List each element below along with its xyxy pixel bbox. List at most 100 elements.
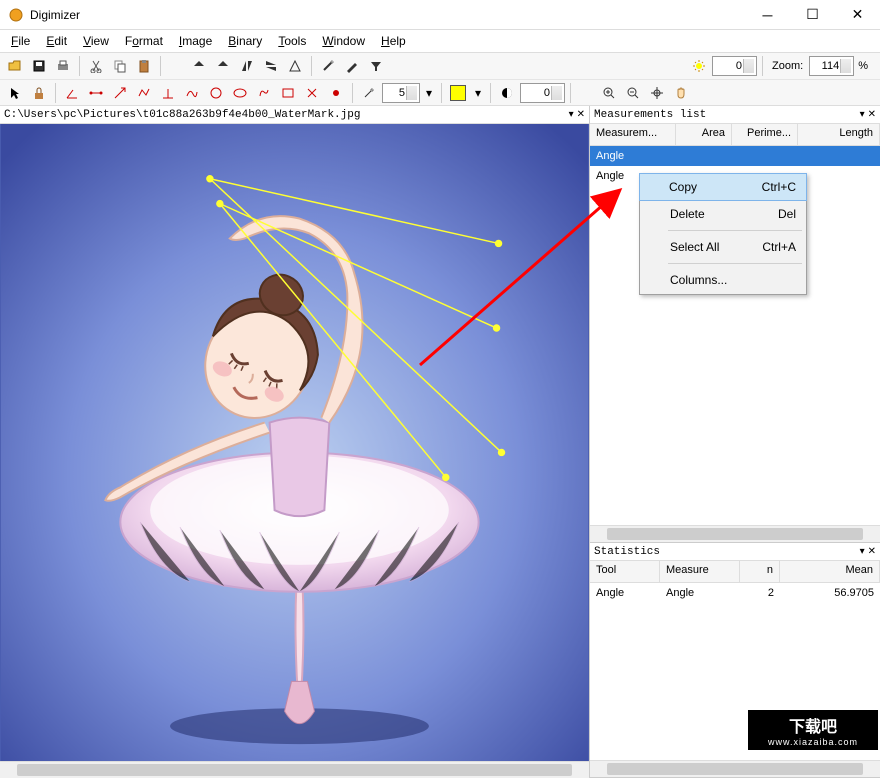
panel-menu-icon[interactable]: ▾ xyxy=(569,109,574,121)
brightness-icon[interactable] xyxy=(688,55,710,77)
col-measure[interactable]: Measure xyxy=(660,561,740,582)
close-button[interactable]: ✕ xyxy=(835,0,880,29)
paste-icon[interactable] xyxy=(133,55,155,77)
toolbars: 0 Zoom: 114 % 5 ▾ ▾ 0 xyxy=(0,52,880,106)
measurements-columns: Measurem... Area Perime... Length xyxy=(590,124,880,146)
pointer-icon[interactable] xyxy=(4,82,26,104)
ctx-delete[interactable]: Delete Del xyxy=(640,200,806,228)
zoom-out-icon[interactable] xyxy=(622,82,644,104)
contrast-input[interactable]: 0 xyxy=(520,83,565,103)
zoom-input[interactable]: 114 xyxy=(809,56,854,76)
col-mean[interactable]: Mean xyxy=(780,561,880,582)
copy-icon[interactable] xyxy=(109,55,131,77)
menu-tools[interactable]: Tools xyxy=(271,32,313,50)
perp-tool-icon[interactable] xyxy=(157,82,179,104)
cut-icon[interactable] xyxy=(85,55,107,77)
menu-window[interactable]: Window xyxy=(315,32,372,50)
wand-icon[interactable] xyxy=(317,55,339,77)
ctx-separator xyxy=(668,230,802,231)
statistics-title: Statistics xyxy=(594,546,857,558)
panel-close-icon[interactable]: ✕ xyxy=(868,546,876,558)
menu-edit[interactable]: Edit xyxy=(39,32,74,50)
panel-menu-icon[interactable]: ▾ xyxy=(860,109,865,121)
titlebar: Digimizer ─ ☐ ✕ xyxy=(0,0,880,30)
measurements-panel: Measurements list ▾ ✕ Measurem... Area P… xyxy=(590,106,880,543)
maximize-button[interactable]: ☐ xyxy=(790,0,835,29)
point-tool-icon[interactable] xyxy=(325,82,347,104)
minimize-button[interactable]: ─ xyxy=(745,0,790,29)
measurements-hscrollbar[interactable] xyxy=(590,525,880,542)
angle-tool-icon[interactable] xyxy=(61,82,83,104)
col-measurement[interactable]: Measurem... xyxy=(590,124,676,145)
rotate-right-icon[interactable] xyxy=(212,55,234,77)
rotate-icon[interactable] xyxy=(284,55,306,77)
image-panel: C:\Users\pc\Pictures\t01c88a263b9f4e4b00… xyxy=(0,106,590,778)
ctx-copy[interactable]: Copy Ctrl+C xyxy=(639,173,807,201)
lock-icon[interactable] xyxy=(28,82,50,104)
menu-image[interactable]: Image xyxy=(172,32,219,50)
cross-tool-icon[interactable] xyxy=(301,82,323,104)
zoom-label: Zoom: xyxy=(768,60,807,72)
polyline-tool-icon[interactable] xyxy=(133,82,155,104)
magic-wand-icon[interactable] xyxy=(358,82,380,104)
save-icon[interactable] xyxy=(28,55,50,77)
panel-close-icon[interactable]: ✕ xyxy=(868,109,876,121)
toolbar-row-1: 0 Zoom: 114 % xyxy=(0,53,880,79)
rect-tool-icon[interactable] xyxy=(277,82,299,104)
table-row[interactable]: Angle xyxy=(590,146,880,166)
flip-h-icon[interactable] xyxy=(236,55,258,77)
dropdown-icon[interactable]: ▾ xyxy=(471,82,485,104)
statistics-columns: Tool Measure n Mean xyxy=(590,561,880,583)
pen-icon[interactable] xyxy=(341,55,363,77)
panel-close-icon[interactable]: ✕ xyxy=(577,109,585,121)
app-icon xyxy=(8,7,24,23)
ctx-select-all[interactable]: Select All Ctrl+A xyxy=(640,233,806,261)
panel-menu-icon[interactable]: ▾ xyxy=(860,546,865,558)
line-width-input[interactable]: 5 xyxy=(382,83,420,103)
menu-binary[interactable]: Binary xyxy=(221,32,269,50)
col-area[interactable]: Area xyxy=(676,124,732,145)
freehand-tool-icon[interactable] xyxy=(253,82,275,104)
arrow-tool-icon[interactable] xyxy=(109,82,131,104)
col-perimeter[interactable]: Perime... xyxy=(732,124,798,145)
circle-tool-icon[interactable] xyxy=(205,82,227,104)
table-row[interactable]: Angle Angle 2 56.9705 xyxy=(590,583,880,603)
watermark: 下载吧 www.xiazaiba.com xyxy=(748,710,878,750)
dropdown-icon[interactable]: ▾ xyxy=(422,82,436,104)
crosshair-icon[interactable] xyxy=(646,82,668,104)
print-icon[interactable] xyxy=(52,55,74,77)
menu-view[interactable]: View xyxy=(76,32,116,50)
menu-format[interactable]: Format xyxy=(118,32,170,50)
image-hscrollbar[interactable] xyxy=(0,761,589,778)
measurements-title: Measurements list xyxy=(594,109,857,121)
ctx-columns[interactable]: Columns... xyxy=(640,266,806,294)
open-icon[interactable] xyxy=(4,55,26,77)
col-tool[interactable]: Tool xyxy=(590,561,660,582)
statistics-header: Statistics ▾ ✕ xyxy=(590,543,880,561)
image-canvas[interactable] xyxy=(0,124,589,761)
menubar: File Edit View Format Image Binary Tools… xyxy=(0,30,880,52)
hand-icon[interactable] xyxy=(670,82,692,104)
contrast-icon[interactable] xyxy=(496,82,518,104)
measurements-header: Measurements list ▾ ✕ xyxy=(590,106,880,124)
brightness-input[interactable]: 0 xyxy=(712,56,757,76)
filter-icon[interactable] xyxy=(365,55,387,77)
col-n[interactable]: n xyxy=(740,561,780,582)
path-tool-icon[interactable] xyxy=(181,82,203,104)
flip-v-icon[interactable] xyxy=(260,55,282,77)
statistics-hscrollbar[interactable] xyxy=(590,760,880,777)
menu-help[interactable]: Help xyxy=(374,32,413,50)
line-tool-icon[interactable] xyxy=(85,82,107,104)
col-length[interactable]: Length xyxy=(798,124,880,145)
rotate-left-icon[interactable] xyxy=(188,55,210,77)
context-menu: Copy Ctrl+C Delete Del Select All Ctrl+A… xyxy=(639,173,807,295)
ellipse-tool-icon[interactable] xyxy=(229,82,251,104)
toolbar-row-2: 5 ▾ ▾ 0 xyxy=(0,79,880,105)
ballerina-image xyxy=(0,124,589,761)
fill-color-button[interactable] xyxy=(447,82,469,104)
image-panel-header: C:\Users\pc\Pictures\t01c88a263b9f4e4b00… xyxy=(0,106,589,124)
zoom-in-icon[interactable] xyxy=(598,82,620,104)
window-title: Digimizer xyxy=(30,8,745,22)
menu-file[interactable]: File xyxy=(4,32,37,50)
image-path: C:\Users\pc\Pictures\t01c88a263b9f4e4b00… xyxy=(4,109,566,121)
